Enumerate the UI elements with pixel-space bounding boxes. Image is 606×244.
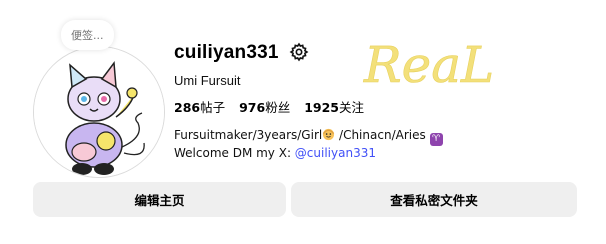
avatar[interactable] xyxy=(33,46,165,178)
bio: Fursuitmaker/3years/Girl /Chinacn/Aries … xyxy=(174,128,443,161)
bio-mention-link[interactable]: @cuiliyan331 xyxy=(295,146,376,160)
avatar-container[interactable] xyxy=(33,46,165,178)
note-text: 便签... xyxy=(71,29,104,42)
gear-icon[interactable] xyxy=(289,42,309,62)
stat-following-label: 关注 xyxy=(339,100,365,115)
profile-stats: 286 帖子 976 粉丝 1925 关注 xyxy=(174,97,364,116)
view-archive-button[interactable]: 查看私密文件夹 xyxy=(291,182,577,217)
stat-followers-label: 粉丝 xyxy=(265,100,291,115)
bio-line-2: Welcome DM my X: @cuiliyan331 xyxy=(174,146,443,161)
bio-line1-cn: cn xyxy=(377,128,392,142)
stat-posts-count: 286 xyxy=(174,100,201,115)
bio-line1-tail: /China xyxy=(335,128,378,142)
stat-followers[interactable]: 976 粉丝 xyxy=(239,97,290,116)
username: cuiliyan331 xyxy=(174,42,279,63)
stat-following-count: 1925 xyxy=(304,100,340,115)
edit-profile-label: 编辑主页 xyxy=(134,193,185,208)
girl-emoji-icon xyxy=(323,128,335,141)
stat-posts: 286 帖子 xyxy=(174,97,225,116)
edit-profile-button[interactable]: 编辑主页 xyxy=(33,182,286,217)
stat-followers-count: 976 xyxy=(239,100,266,115)
bio-line-1: Fursuitmaker/3years/Girl /Chinacn/Aries … xyxy=(174,128,443,146)
aries-zodiac-icon: ♈ xyxy=(429,133,443,146)
stat-following[interactable]: 1925 关注 xyxy=(304,97,364,116)
note-bubble[interactable]: 便签... xyxy=(61,20,114,50)
stat-posts-label: 帖子 xyxy=(200,100,226,115)
bio-line1-text: Fursuitmaker/3years/Girl xyxy=(174,128,323,142)
handwritten-overlay: ReaL xyxy=(363,36,495,95)
handwritten-text: ReaL xyxy=(363,36,494,94)
bio-line2-prefix: Welcome DM my X: xyxy=(174,146,295,160)
avatar-illustration xyxy=(34,47,164,177)
full-name: Umi Fursuit xyxy=(174,73,241,88)
view-archive-label: 查看私密文件夹 xyxy=(390,193,478,208)
bio-line1-end: /Aries xyxy=(391,128,430,142)
